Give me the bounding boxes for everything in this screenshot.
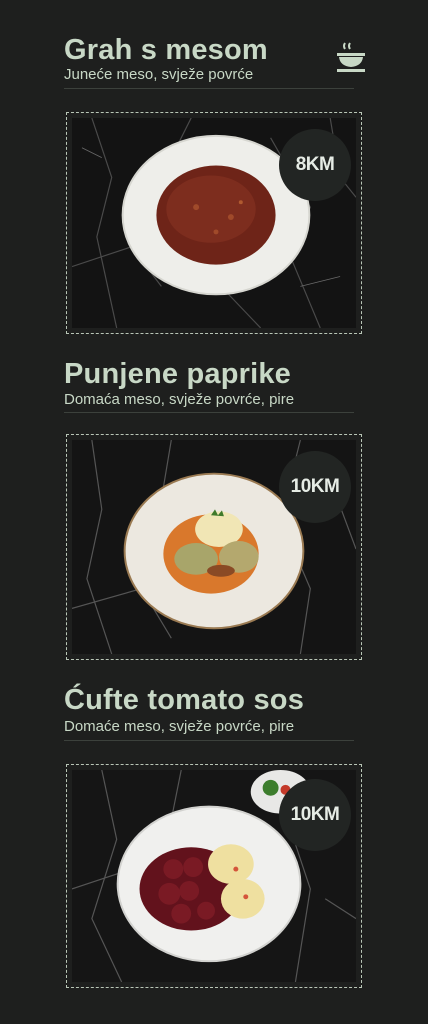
menu-item-description: Domaće meso, svježe povrće, pire xyxy=(64,718,295,735)
price-badge: 8KM xyxy=(279,129,351,201)
menu-item-title: Grah s mesom xyxy=(64,34,268,66)
dish-photo-frame: 10KM xyxy=(66,434,362,660)
menu-item-description: Juneće meso, svježe povrće xyxy=(64,66,254,83)
price-badge: 10KM xyxy=(279,451,351,523)
menu-item-description: Domaća meso, svježe povrće, pire xyxy=(64,391,295,408)
price-badge: 10KM xyxy=(279,779,351,851)
divider xyxy=(64,740,354,741)
menu-item-title: Ćufte tomato sos xyxy=(64,684,305,716)
divider xyxy=(64,88,354,89)
dish-photo-frame: 8KM xyxy=(66,112,362,334)
menu-item-title: Punjene paprike xyxy=(64,358,292,390)
divider xyxy=(64,412,354,413)
dish-photo-frame: 10KM xyxy=(66,764,362,988)
soup-bowl-icon xyxy=(337,42,365,72)
